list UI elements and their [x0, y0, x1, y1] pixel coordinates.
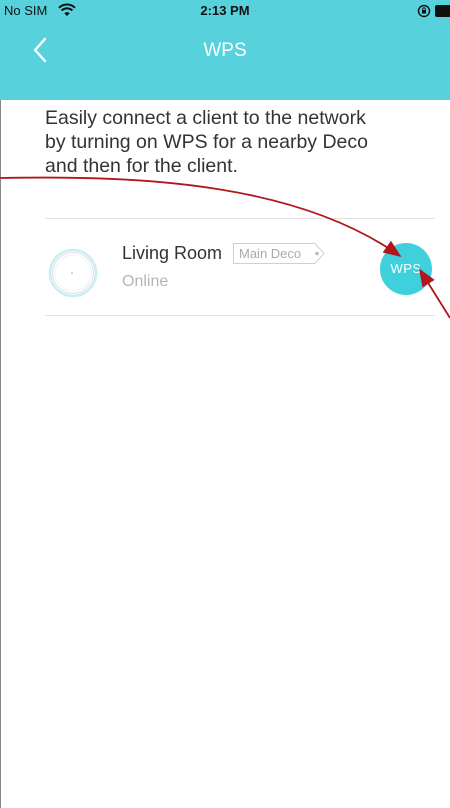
device-name: Living Room	[122, 243, 223, 263]
instructions-line-3: and then for the client.	[45, 155, 238, 177]
lock-rotation-icon	[417, 4, 431, 18]
battery-icon	[435, 5, 450, 17]
main-deco-tag: Main Deco	[233, 243, 325, 264]
instructions-line-1: Easily connect a client to the network	[45, 107, 366, 129]
status-bar: No SIM 2:13 PM	[0, 0, 450, 22]
instructions-line-2: by turning on WPS for a nearby Deco	[45, 131, 368, 153]
status-time: 2:13 PM	[200, 3, 250, 18]
device-status: Online	[122, 273, 169, 290]
device-row: Living Room Main Deco Online WPS	[45, 219, 450, 315]
header: No SIM 2:13 PM WPS	[0, 0, 450, 100]
wps-instructions: Easily connect a client to the network b…	[45, 106, 425, 178]
wps-button[interactable]: WPS	[380, 243, 432, 295]
main-deco-tag-label: Main Deco	[239, 246, 302, 261]
nav-bar: WPS	[0, 22, 450, 78]
window-left-border	[0, 0, 1, 808]
deco-device-icon	[48, 248, 98, 298]
tag-point-icon	[311, 243, 325, 264]
divider	[45, 315, 435, 316]
page-title: WPS	[203, 40, 247, 61]
